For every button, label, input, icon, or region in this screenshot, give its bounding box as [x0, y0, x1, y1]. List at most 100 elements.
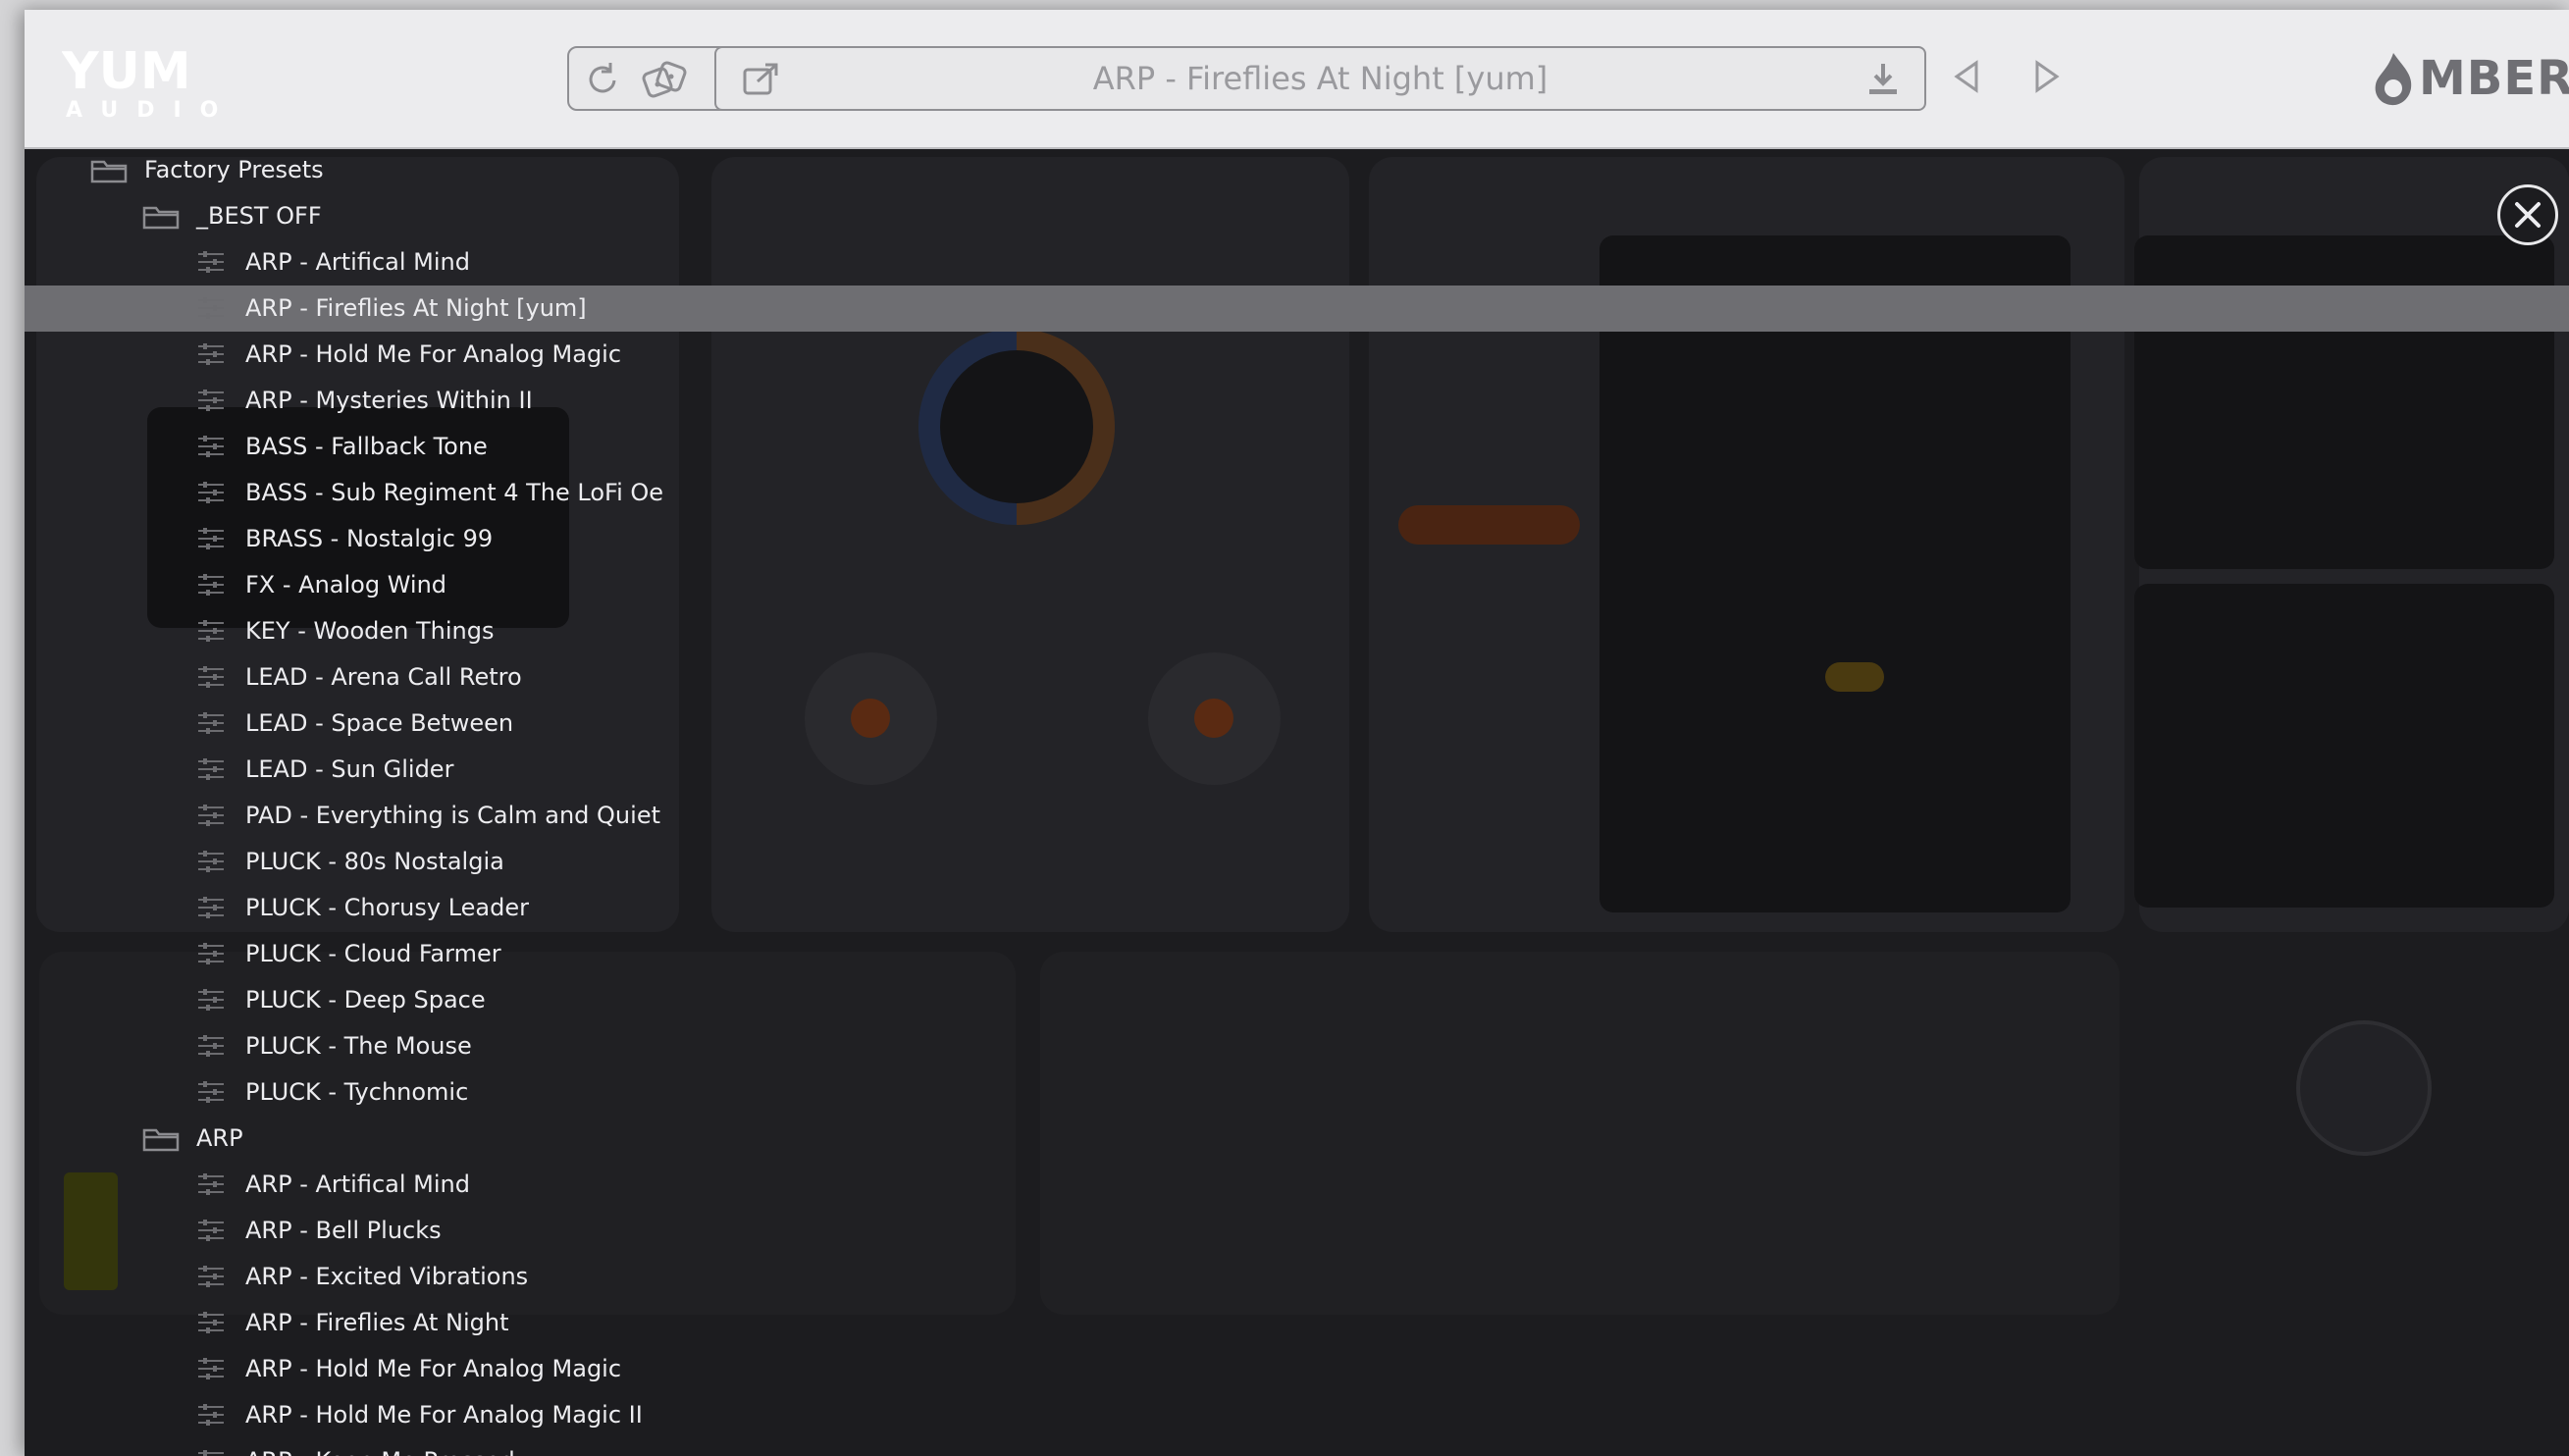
preset-icon — [196, 435, 226, 462]
preset-row[interactable]: PLUCK - Tychnomic — [25, 1069, 2569, 1116]
preset-row-label: BASS - Sub Regiment 4 The LoFi Oe — [245, 479, 664, 506]
preset-icon — [196, 481, 226, 508]
yum-audio-logo: YUM AUDIO — [62, 43, 224, 123]
preset-row-label: LEAD - Sun Glider — [245, 755, 454, 783]
close-browser-button[interactable] — [2497, 184, 2558, 245]
ember-logo: MBER — [2370, 49, 2569, 108]
preset-row[interactable]: PLUCK - 80s Nostalgia — [25, 839, 2569, 885]
undo-icon[interactable] — [583, 61, 622, 98]
preset-row-label: ARP - Hold Me For Analog Magic — [245, 1355, 622, 1382]
folder-factory-presets[interactable]: Factory Presets — [25, 147, 2569, 193]
preset-row-selected-label: ARP - Fireflies At Night [yum] — [245, 294, 587, 322]
preset-name[interactable]: ARP - Fireflies At Night [yum] — [814, 48, 1826, 109]
preset-row[interactable]: ARP - Artifical Mind — [25, 239, 2569, 286]
preset-row[interactable]: ARP - Excited Vibrations — [25, 1254, 2569, 1300]
preset-row-label: ARP - Excited Vibrations — [245, 1263, 529, 1290]
preset-icon — [196, 1357, 226, 1384]
logo-sub: AUDIO — [66, 98, 237, 123]
preset-row[interactable]: ARP - Hold Me For Analog Magic — [25, 332, 2569, 378]
preset-icon — [196, 1034, 226, 1062]
preset-row[interactable]: PLUCK - Chorusy Leader — [25, 885, 2569, 931]
preset-row[interactable]: BRASS - Nostalgic 99 — [25, 516, 2569, 562]
preset-icon — [196, 1219, 226, 1246]
preset-icon — [196, 757, 226, 785]
preset-icon — [196, 389, 226, 416]
preset-icon — [196, 896, 226, 923]
preset-row-label: PLUCK - The Mouse — [245, 1032, 472, 1060]
preset-row-label: PLUCK - Tychnomic — [245, 1078, 469, 1106]
preset-row[interactable]: LEAD - Sun Glider — [25, 747, 2569, 793]
preset-row-label: ARP - Hold Me For Analog Magic II — [245, 1401, 643, 1429]
preset-icon — [196, 804, 226, 831]
preset-row-label: FX - Analog Wind — [245, 571, 447, 598]
preset-row[interactable]: ARP - Keep Me Pressed — [25, 1438, 2569, 1456]
preset-icon — [196, 988, 226, 1015]
preset-row[interactable]: ARP - Hold Me For Analog Magic II — [25, 1392, 2569, 1438]
preset-icon — [196, 1449, 226, 1456]
save-icon[interactable] — [1865, 62, 1901, 97]
plugin-window: YUM AUDIO ARP - Fireflies At Night [yum] — [25, 10, 2569, 1456]
folder-row[interactable]: ARP — [25, 1116, 2569, 1162]
preset-row[interactable]: FX - Analog Wind — [25, 562, 2569, 608]
preset-icon — [196, 527, 226, 554]
preset-row[interactable]: PLUCK - The Mouse — [25, 1023, 2569, 1069]
preset-row-label: ARP - Bell Plucks — [245, 1217, 442, 1244]
preset-row-label: PLUCK - 80s Nostalgia — [245, 848, 504, 875]
preset-row[interactable]: BASS - Sub Regiment 4 The LoFi Oe — [25, 470, 2569, 516]
preset-icon — [196, 1311, 226, 1338]
folder-icon — [90, 158, 128, 187]
preset-icon — [196, 619, 226, 647]
preset-row-label: KEY - Wooden Things — [245, 617, 495, 645]
prev-preset-icon[interactable] — [1953, 59, 1980, 94]
preset-icon — [196, 1172, 226, 1200]
preset-row[interactable]: PLUCK - Deep Space — [25, 977, 2569, 1023]
preset-row[interactable]: BASS - Fallback Tone — [25, 424, 2569, 470]
preset-row-label: ARP - Hold Me For Analog Magic — [245, 340, 622, 368]
preset-row[interactable]: KEY - Wooden Things — [25, 608, 2569, 654]
preset-icon — [196, 342, 226, 370]
external-link-icon[interactable] — [742, 62, 781, 97]
preset-row[interactable]: ARP - Artifical Mind — [25, 1162, 2569, 1208]
logo-word: YUM — [62, 43, 191, 92]
brand-text: MBER — [2419, 51, 2569, 106]
folder-icon — [142, 204, 180, 234]
preset-row-label: PLUCK - Chorusy Leader — [245, 894, 529, 921]
close-icon — [2515, 202, 2541, 228]
folder-factory-presets-label: Factory Presets — [144, 156, 324, 183]
preset-row[interactable]: LEAD - Space Between — [25, 701, 2569, 747]
next-preset-icon[interactable] — [2033, 59, 2061, 94]
preset-row[interactable]: LEAD - Arena Call Retro — [25, 654, 2569, 701]
preset-row-selected[interactable]: ARP - Fireflies At Night [yum] — [25, 286, 2569, 332]
folder-row-label: ARP — [196, 1124, 243, 1152]
preset-row-label: PAD - Everything is Calm and Quiet — [245, 802, 660, 829]
preset-icon — [196, 1080, 226, 1108]
preset-row-label: ARP - Artifical Mind — [245, 248, 470, 276]
preset-row-label: LEAD - Arena Call Retro — [245, 663, 522, 691]
folder-row-label: _BEST OFF — [196, 202, 322, 230]
preset-selector[interactable]: ARP - Fireflies At Night [yum] — [714, 46, 1926, 111]
preset-icon — [196, 1265, 226, 1292]
preset-icon — [196, 296, 226, 324]
preset-row[interactable]: PLUCK - Cloud Farmer — [25, 931, 2569, 977]
preset-icon — [196, 250, 226, 278]
folder-row[interactable]: _BEST OFF — [25, 193, 2569, 239]
preset-row-label: BASS - Fallback Tone — [245, 433, 488, 460]
undo-random-group — [567, 46, 729, 111]
preset-row-label: ARP - Keep Me Pressed — [245, 1438, 515, 1456]
preset-row-label: LEAD - Space Between — [245, 709, 514, 737]
dice-icon[interactable] — [642, 61, 689, 100]
preset-row-label: PLUCK - Deep Space — [245, 986, 486, 1014]
preset-row-label: ARP - Artifical Mind — [245, 1170, 470, 1198]
preset-row[interactable]: ARP - Bell Plucks — [25, 1208, 2569, 1254]
header-bar: YUM AUDIO ARP - Fireflies At Night [yum] — [25, 10, 2569, 149]
preset-row[interactable]: ARP - Hold Me For Analog Magic — [25, 1346, 2569, 1392]
preset-row-label: PLUCK - Cloud Farmer — [245, 940, 501, 967]
preset-row[interactable]: ARP - Mysteries Within II — [25, 378, 2569, 424]
preset-icon — [196, 942, 226, 969]
preset-row[interactable]: ARP - Fireflies At Night — [25, 1300, 2569, 1346]
folder-icon — [142, 1126, 180, 1156]
preset-row-label: ARP - Fireflies At Night — [245, 1309, 509, 1336]
preset-row[interactable]: PAD - Everything is Calm and Quiet — [25, 793, 2569, 839]
preset-icon — [196, 665, 226, 693]
preset-icon — [196, 1403, 226, 1430]
